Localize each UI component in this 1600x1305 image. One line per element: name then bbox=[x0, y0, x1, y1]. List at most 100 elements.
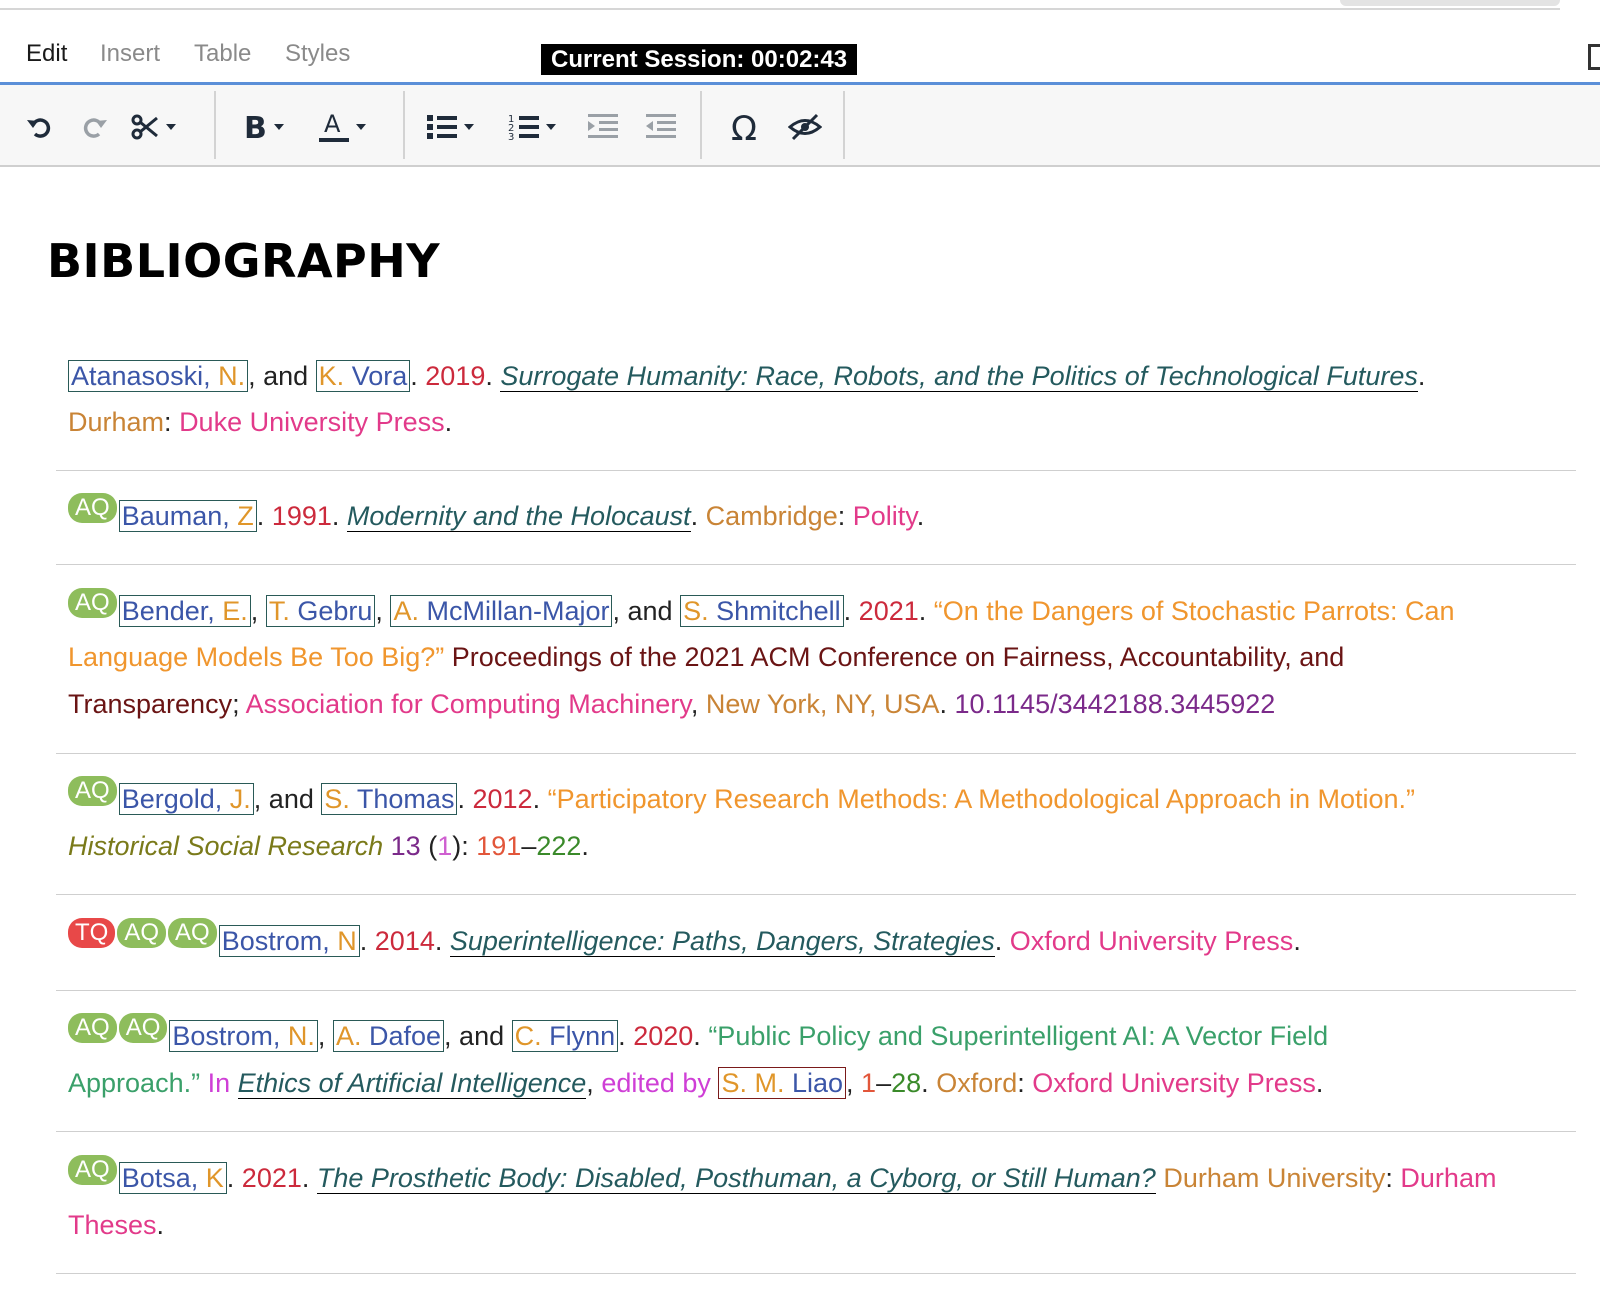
year: 2020 bbox=[633, 1021, 694, 1051]
aq-badge[interactable]: AQ bbox=[68, 1155, 117, 1185]
toolbar-separator bbox=[700, 91, 702, 159]
hide-button[interactable] bbox=[788, 109, 822, 145]
publisher-location: Cambridge bbox=[705, 501, 838, 531]
svg-text:B: B bbox=[244, 112, 267, 142]
aq-badge[interactable]: AQ bbox=[168, 918, 217, 948]
bullet-list-button[interactable] bbox=[426, 109, 474, 145]
author-given-name: A. bbox=[335, 1021, 362, 1051]
menu-insert[interactable]: Insert bbox=[100, 40, 160, 68]
article-title: “On the Dangers of Stochastic Parrots: C… bbox=[933, 596, 1455, 626]
in-label: In bbox=[207, 1068, 231, 1098]
proceedings-title: Proceedings of the 2021 ACM Conference o… bbox=[451, 642, 1345, 672]
author-box[interactable]: Bostrom, N. bbox=[169, 1020, 318, 1052]
edited-by-label: edited by bbox=[601, 1068, 711, 1098]
author-given-name: E. bbox=[222, 596, 248, 626]
separator: . bbox=[457, 784, 465, 814]
indent-button[interactable] bbox=[587, 109, 619, 145]
aq-badge[interactable]: AQ bbox=[117, 918, 167, 948]
query-badges: AQ AQ bbox=[68, 1006, 169, 1046]
separator: . bbox=[618, 1021, 626, 1051]
redo-icon bbox=[83, 118, 107, 138]
special-char-button[interactable]: Ω bbox=[730, 109, 764, 145]
menu-table[interactable]: Table bbox=[194, 40, 251, 68]
tq-badge[interactable]: TQ bbox=[68, 918, 116, 948]
author-box[interactable]: Bergold, J. bbox=[118, 783, 254, 815]
author-box[interactable]: S. Shmitchell bbox=[680, 595, 844, 627]
entry-line: AQ Bender, E., T. Gebru, A. McMillan-Majo… bbox=[68, 588, 1455, 631]
publisher: Oxford University Press bbox=[1009, 926, 1294, 956]
bibliography-entry[interactable]: TQ AQ AQ Bostrom, N. 2014. Superintelligenc… bbox=[56, 895, 1576, 991]
redo-button[interactable] bbox=[80, 109, 110, 145]
year: 2019 bbox=[425, 361, 486, 391]
query-badges: TQ AQ AQ bbox=[68, 911, 219, 951]
author-box[interactable]: A. Dafoe bbox=[332, 1020, 445, 1052]
author-box[interactable]: Bender, E. bbox=[118, 595, 251, 627]
separator: , bbox=[250, 596, 259, 626]
query-badges: AQ bbox=[68, 769, 119, 809]
author-box[interactable]: Botsa, K bbox=[118, 1162, 227, 1194]
editor-box[interactable]: S. M. Liao bbox=[718, 1067, 847, 1099]
separator: : bbox=[164, 407, 172, 437]
separator: . bbox=[843, 596, 852, 626]
numbered-list-dropdown-icon bbox=[546, 124, 556, 130]
entry-line: AQ Botsa, K. 2021. The Prosthetic Body: D… bbox=[68, 1155, 1496, 1198]
year: 2014 bbox=[374, 926, 435, 956]
separator: , bbox=[375, 596, 383, 626]
separator: . bbox=[1315, 1068, 1324, 1098]
numbered-list-button[interactable]: 123 bbox=[508, 109, 556, 145]
book-title: Modernity and the Holocaust bbox=[346, 501, 691, 532]
article-title: “Participatory Research Methods: A Metho… bbox=[547, 784, 1416, 814]
aq-badge[interactable]: AQ bbox=[68, 1013, 117, 1043]
separator: . bbox=[921, 1068, 929, 1098]
separator: , bbox=[690, 689, 699, 719]
menu-styles[interactable]: Styles bbox=[285, 40, 350, 68]
issue: 1 bbox=[437, 831, 453, 861]
separator: . bbox=[444, 407, 453, 437]
author-box[interactable]: T. Gebru bbox=[265, 595, 376, 627]
author-given-name: T. bbox=[268, 596, 290, 626]
bibliography-entry[interactable]: AQ Botsa, K. 2021. The Prosthetic Body: D… bbox=[56, 1131, 1576, 1274]
bibliography-entry[interactable]: AQ Bender, E., T. Gebru, A. McMillan-Majo… bbox=[56, 565, 1576, 754]
separator: , bbox=[846, 1068, 854, 1098]
separator: . bbox=[693, 1021, 701, 1051]
author-box[interactable]: Bostrom, N bbox=[218, 925, 360, 957]
author-box[interactable]: Atanasoski, N. bbox=[68, 360, 249, 392]
entry-line: Atanasoski, N., and K. Vora. 2019. Surro… bbox=[68, 356, 1425, 396]
bibliography-entry[interactable]: Atanasoski, N., and K. Vora. 2019. Surro… bbox=[56, 340, 1576, 471]
author-box[interactable]: S. Thomas bbox=[321, 783, 458, 815]
toolbar-separator bbox=[843, 91, 845, 159]
author-box[interactable]: K. Vora bbox=[315, 360, 411, 392]
author-box[interactable]: A. McMillan-Major bbox=[390, 595, 613, 627]
separator: , and bbox=[612, 596, 673, 626]
author-given-name: Z bbox=[237, 501, 254, 531]
entry-line: Language Models Be Too Big?” Proceedings… bbox=[68, 637, 1344, 677]
menu-edit[interactable]: Edit bbox=[26, 40, 67, 68]
toolbar: B A 123 Ω bbox=[0, 85, 1600, 167]
bibliography-entry[interactable]: AQ Bergold, J., and S. Thomas. 2012. “Par… bbox=[56, 753, 1576, 895]
bibliography-entry[interactable]: AQ AQ Bostrom, N., A. Dafoe, and C. Flynn.… bbox=[56, 990, 1576, 1132]
article-title: Language Models Be Too Big?” bbox=[68, 642, 445, 672]
entry-line: Historical Social Research 13 (1): 191–2… bbox=[68, 826, 589, 866]
bibliography-entry[interactable]: AQ Bauman, Z. 1991. Modernity and the Hol… bbox=[56, 470, 1576, 565]
separator: , and bbox=[444, 1021, 505, 1051]
bullet-list-icon bbox=[427, 115, 457, 139]
cut-dropdown-icon bbox=[166, 124, 176, 130]
entry-line: Transparency; Association for Computing … bbox=[68, 684, 1275, 724]
author-box[interactable]: C. Flynn bbox=[511, 1020, 619, 1052]
aq-badge[interactable]: AQ bbox=[68, 493, 117, 523]
author-box[interactable]: Bauman, Z bbox=[118, 500, 257, 532]
outdent-button[interactable] bbox=[645, 109, 677, 145]
font-color-button[interactable]: A bbox=[318, 109, 366, 145]
fullscreen-icon[interactable] bbox=[1588, 44, 1600, 70]
proceedings-title: Transparency bbox=[68, 689, 233, 719]
aq-badge[interactable]: AQ bbox=[68, 588, 117, 618]
bold-button[interactable]: B bbox=[242, 109, 284, 145]
publisher: Theses bbox=[68, 1210, 157, 1240]
separator: – bbox=[876, 1068, 892, 1098]
undo-button[interactable] bbox=[24, 109, 54, 145]
separator: . bbox=[410, 361, 418, 391]
cut-button[interactable] bbox=[130, 109, 176, 145]
separator: . bbox=[532, 784, 541, 814]
aq-badge[interactable]: AQ bbox=[118, 1013, 168, 1043]
aq-badge[interactable]: AQ bbox=[68, 776, 117, 806]
